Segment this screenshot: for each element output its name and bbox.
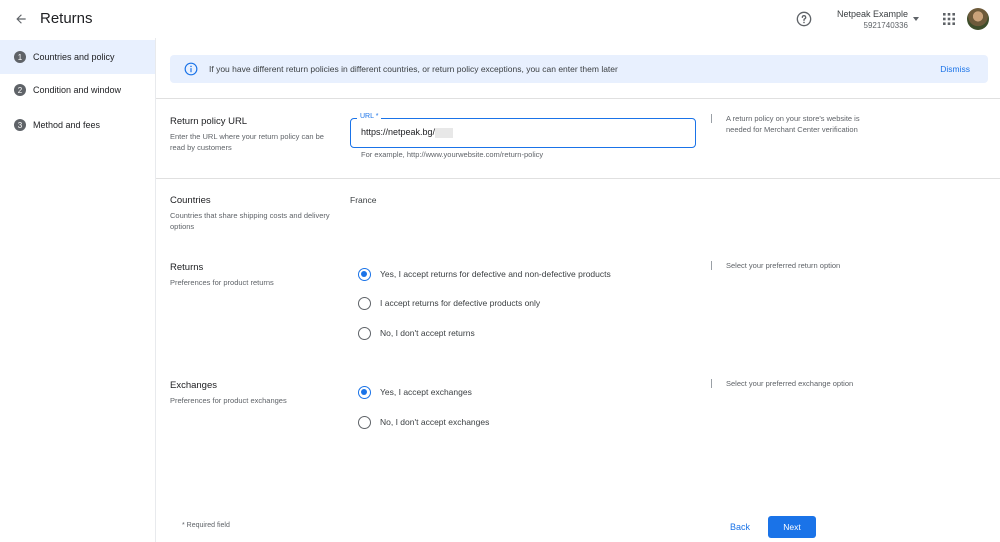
- step-condition-and-window[interactable]: 2 Condition and window: [0, 73, 155, 107]
- radio-label: Yes, I accept returns for defective and …: [380, 269, 611, 279]
- url-field-label: URL *: [357, 113, 382, 120]
- arrow-left-icon: [16, 14, 26, 24]
- step-label: Countries and policy: [33, 52, 115, 62]
- apps-grid-icon[interactable]: [943, 13, 955, 25]
- radio-label: No, I don't accept exchanges: [380, 417, 490, 427]
- step-label: Condition and window: [33, 85, 122, 95]
- banner-text: If you have different return policies in…: [209, 64, 618, 74]
- back-button[interactable]: Back: [730, 522, 750, 532]
- return-policy-hint: A return policy on your store's website …: [726, 114, 860, 134]
- hint-marker: [711, 114, 712, 123]
- return-policy-description: Enter the URL where your return policy c…: [170, 132, 324, 152]
- account-id: 5921740336: [863, 21, 909, 30]
- returns-title: Returns: [170, 262, 204, 273]
- dismiss-button[interactable]: Dismiss: [940, 64, 970, 74]
- exchanges-hint: Select your preferred exchange option: [726, 379, 854, 388]
- returns-hint: Select your preferred return option: [726, 261, 841, 270]
- info-banner: If you have different return policies in…: [170, 55, 988, 83]
- return-policy-title: Return policy URL: [170, 116, 248, 127]
- return-policy-url-input[interactable]: [361, 127, 681, 137]
- exchanges-option-yes[interactable]: Yes, I accept exchanges: [358, 384, 472, 400]
- returns-option-defective-and-non-defective[interactable]: Yes, I accept returns for defective and …: [358, 266, 611, 282]
- page-title: Returns: [40, 10, 93, 27]
- help-icon[interactable]: [796, 11, 812, 27]
- country-value: France: [350, 195, 377, 205]
- account-name: Netpeak Example: [836, 9, 908, 19]
- account-switcher[interactable]: Netpeak Example 5921740336: [837, 9, 908, 31]
- next-button[interactable]: Next: [768, 516, 816, 538]
- required-field-note: * Required field: [182, 522, 230, 529]
- radio-button-checked[interactable]: [358, 267, 371, 281]
- exchanges-option-no[interactable]: No, I don't accept exchanges: [358, 414, 489, 430]
- returns-description: Preferences for product returns: [170, 278, 274, 287]
- back-arrow-button[interactable]: [10, 8, 32, 30]
- exchanges-description: Preferences for product exchanges: [170, 396, 287, 405]
- main-content: If you have different return policies in…: [156, 38, 1000, 542]
- info-icon: [184, 62, 198, 76]
- radio-button[interactable]: [358, 296, 371, 310]
- hint-marker: [711, 261, 712, 270]
- exchanges-title: Exchanges: [170, 380, 218, 391]
- radio-button[interactable]: [358, 326, 371, 340]
- countries-description: Countries that share shipping costs and …: [170, 211, 330, 231]
- divider: [156, 98, 1000, 99]
- radio-label: Yes, I accept exchanges: [380, 387, 472, 397]
- step-countries-and-policy[interactable]: 1 Countries and policy: [0, 40, 155, 74]
- radio-button-checked[interactable]: [358, 385, 371, 399]
- returns-option-no-returns[interactable]: No, I don't accept returns: [358, 325, 475, 341]
- radio-label: No, I don't accept returns: [380, 328, 475, 338]
- return-policy-url-field[interactable]: URL *: [350, 113, 696, 148]
- countries-title: Countries: [170, 195, 211, 206]
- radio-button[interactable]: [358, 415, 371, 429]
- step-method-and-fees[interactable]: 3 Method and fees: [0, 108, 155, 142]
- hint-marker: [711, 379, 712, 388]
- steps-sidebar: 1 Countries and policy 2 Condition and w…: [0, 38, 156, 542]
- returns-option-defective-only[interactable]: I accept returns for defective products …: [358, 295, 540, 311]
- step-number: 1: [14, 51, 26, 63]
- radio-label: I accept returns for defective products …: [380, 298, 541, 308]
- top-bar: Returns Netpeak Example 5921740336: [0, 0, 1000, 38]
- divider: [156, 178, 1000, 179]
- caret-down-icon[interactable]: [913, 17, 919, 21]
- step-number: 2: [14, 84, 26, 96]
- redacted-text: [435, 128, 453, 138]
- step-label: Method and fees: [33, 120, 101, 130]
- step-number: 3: [14, 119, 26, 131]
- url-example-hint: For example, http://www.yourwebsite.com/…: [361, 150, 544, 159]
- avatar[interactable]: [967, 8, 989, 30]
